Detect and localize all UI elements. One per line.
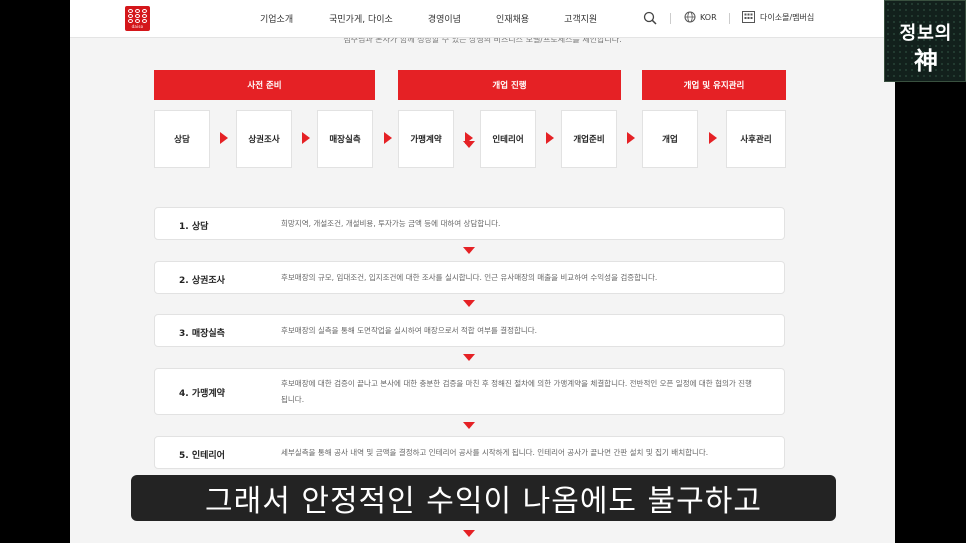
detail-row: 1. 상담 희망지역, 개설조건, 개설비용, 투자가능 금액 등에 대하여 상… [154,207,785,240]
detail-title: 3. 매장실측 [179,329,225,339]
search-icon[interactable] [643,11,657,25]
channel-logo-glyph: 神 [914,46,938,75]
language-label: KOR [700,12,717,22]
header-divider [670,13,671,24]
intro-text: 점주님과 본사가 함께 성장할 수 있는 상생의 비즈니스 모델/프로세스를 제… [343,38,622,44]
browser-page: daiso 기업소개 국민가게, 다이소 경영이념 인재채용 고객지원 KOR [70,0,895,543]
detail-row: 5. 인테리어 세부실측을 통해 공사 내역 및 금액을 결정하고 인테리어 공… [154,436,785,469]
video-subtitle: 그래서 안정적인 수익이 나옴에도 불구하고 [131,475,836,521]
detail-title: 4. 가맹계약 [179,389,225,399]
step-measure: 매장실측 [317,110,373,168]
daiso-logo[interactable]: daiso [125,6,150,31]
site-header: daiso 기업소개 국민가게, 다이소 경영이념 인재채용 고객지원 KOR [70,0,895,38]
detail-desc: 세부실측을 통해 공사 내역 및 금액을 결정하고 인테리어 공사를 시작하게 … [281,448,709,457]
mall-membership-label: 다이소몰/멤버십 [760,12,815,22]
detail-desc: 후보매장에 대한 검증이 끝나고 본사에 대한 충분한 검증을 마친 후 정해진… [281,379,752,404]
arrow-down-icon [463,141,475,148]
detail-desc: 후보매장의 규모, 임대조건, 입지조건에 대한 조사를 실시합니다. 인근 유… [281,273,658,282]
arrow-down-icon [463,354,475,361]
phase-opening: 개업 진행 [398,70,621,100]
arrow-right-icon [546,132,554,144]
nav-item-recruit[interactable]: 인재채용 [496,12,529,25]
arrow-right-icon [384,132,392,144]
logo-dots-icon [128,9,147,23]
logo-wordmark: daiso [131,24,144,29]
detail-row: 3. 매장실측 후보매장의 실측을 통해 도면작업을 실시하여 매장으로서 적합… [154,314,785,347]
header-divider [729,13,730,24]
letterbox-left [0,0,70,543]
arrow-right-icon [709,132,717,144]
step-consult: 상담 [154,110,210,168]
step-area-survey: 상권조사 [236,110,292,168]
step-aftercare: 사후관리 [726,110,786,168]
arrow-down-icon [463,300,475,307]
mall-membership-link[interactable]: 다이소몰/멤버십 [742,11,814,23]
arrow-right-icon [220,132,228,144]
language-selector[interactable]: KOR [684,11,717,23]
nav-item-company[interactable]: 기업소개 [260,12,293,25]
detail-title: 5. 인테리어 [179,451,225,461]
nav-item-daiso[interactable]: 국민가게, 다이소 [329,12,393,25]
globe-icon [684,11,696,23]
detail-title: 2. 상권조사 [179,276,225,286]
arrow-down-icon [463,247,475,254]
nav-item-philosophy[interactable]: 경영이념 [428,12,461,25]
arrow-down-icon [463,422,475,429]
arrow-down-icon [463,530,475,537]
channel-logo: 정보의 神 [884,0,966,82]
step-open: 개업 [642,110,698,168]
main-nav: 기업소개 국민가게, 다이소 경영이념 인재채용 고객지원 [260,12,632,25]
arrow-right-icon [627,132,635,144]
building-icon [742,11,755,23]
step-prepare: 개업준비 [561,110,617,168]
phase-maintenance: 개업 및 유지관리 [642,70,786,100]
detail-title: 1. 상담 [179,222,209,232]
detail-row: 4. 가맹계약 후보매장에 대한 검증이 끝나고 본사에 대한 충분한 검증을 … [154,368,785,415]
arrow-right-icon [302,132,310,144]
detail-desc: 후보매장의 실측을 통해 도면작업을 실시하여 매장으로서 적합 여부를 결정합… [281,326,538,335]
step-contract: 가맹계약 [398,110,454,168]
detail-desc: 희망지역, 개설조건, 개설비용, 투자가능 금액 등에 대하여 상담합니다. [281,219,501,228]
nav-item-support[interactable]: 고객지원 [564,12,597,25]
phase-preparation: 사전 준비 [154,70,375,100]
detail-row: 2. 상권조사 후보매장의 규모, 임대조건, 입지조건에 대한 조사를 실시합… [154,261,785,294]
step-interior: 인테리어 [480,110,536,168]
